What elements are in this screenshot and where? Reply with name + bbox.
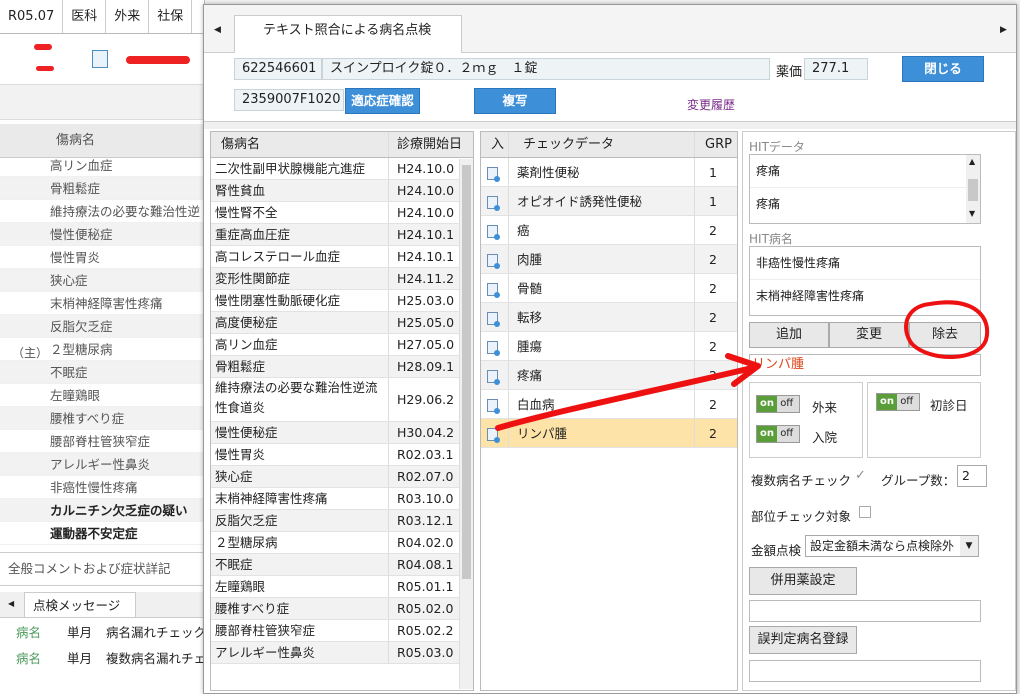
annotation-arrow: [495, 365, 755, 431]
red-annotation-overlay: [495, 300, 990, 431]
annotation-circle: [904, 300, 990, 359]
